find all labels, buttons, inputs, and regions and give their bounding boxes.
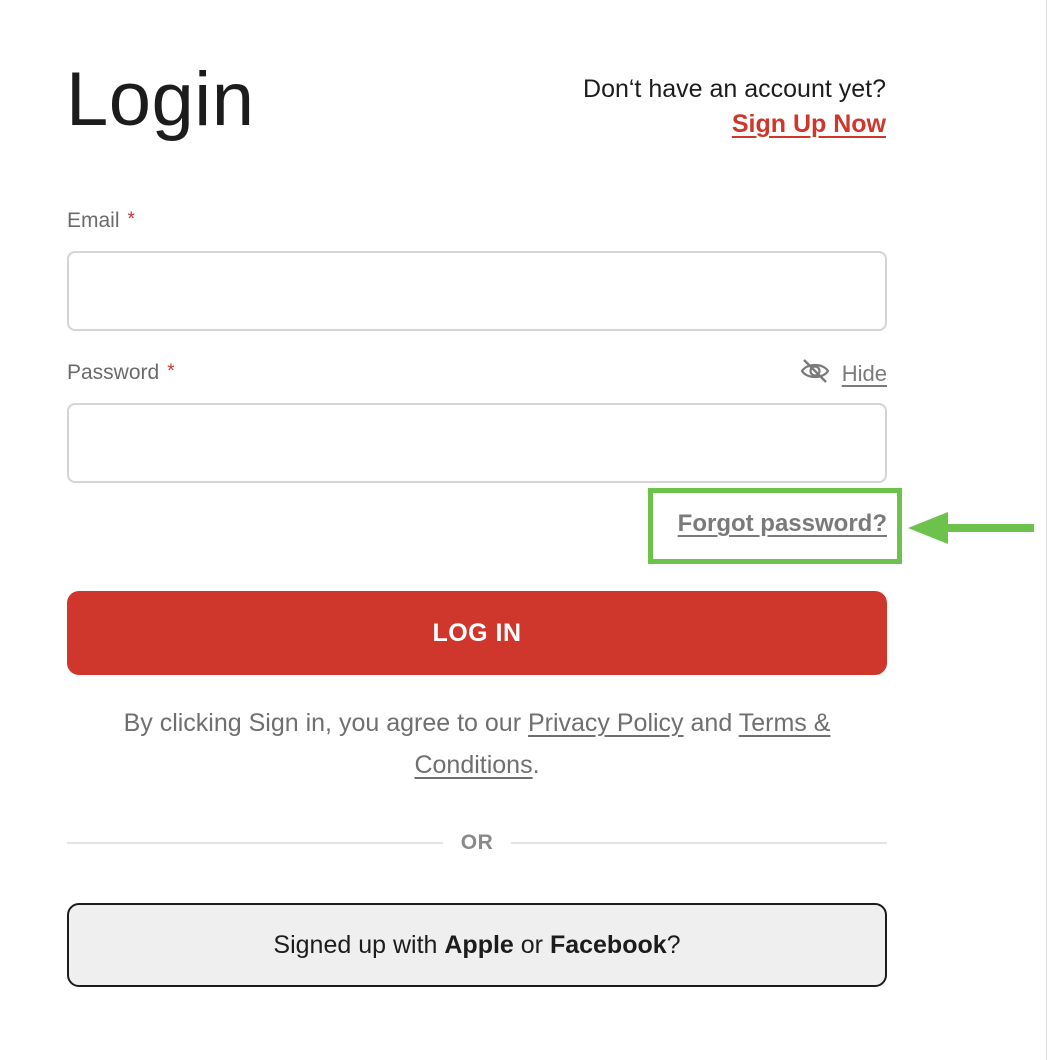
social-prefix: Signed up with	[273, 931, 445, 959]
email-label: Email *	[67, 209, 135, 233]
email-field[interactable]	[67, 251, 887, 331]
page-title: Login	[66, 57, 255, 142]
divider-line-right	[511, 842, 887, 844]
hide-label: Hide	[841, 360, 887, 386]
password-field[interactable]	[67, 403, 887, 483]
legal-suffix: .	[532, 751, 540, 779]
email-required-mark: *	[127, 209, 135, 230]
or-divider-label: OR	[460, 831, 494, 854]
login-page: Login Don‘t have an account yet? Sign Up…	[0, 0, 1060, 1060]
eye-slash-icon	[800, 358, 830, 389]
privacy-policy-link[interactable]: Privacy Policy	[528, 709, 684, 737]
legal-notice: By clicking Sign in, you agree to our Pr…	[67, 702, 887, 786]
signup-link[interactable]: Sign Up Now	[732, 110, 886, 139]
arrow-left-icon	[908, 510, 1036, 551]
social-or: or	[513, 931, 550, 959]
social-signin-button[interactable]: Signed up with Apple or Facebook?	[67, 903, 887, 987]
signup-prompt-block: Don‘t have an account yet? Sign Up Now	[583, 74, 886, 139]
password-label: Password *	[67, 361, 175, 385]
social-suffix: ?	[666, 931, 681, 959]
page-edge-divider	[1046, 0, 1047, 1060]
password-visibility-toggle[interactable]: Hide	[800, 358, 887, 389]
legal-and: and	[683, 709, 739, 737]
forgot-password-link[interactable]: Forgot password?	[678, 510, 887, 538]
login-button[interactable]: LOG IN	[67, 591, 887, 675]
legal-prefix: By clicking Sign in, you agree to our	[123, 709, 528, 737]
email-label-text: Email	[67, 209, 120, 232]
password-label-text: Password	[67, 361, 160, 384]
facebook-label: Facebook	[549, 931, 667, 959]
divider-line-left	[67, 842, 443, 844]
signup-prompt-text: Don‘t have an account yet?	[583, 75, 886, 103]
password-required-mark: *	[167, 361, 175, 382]
apple-label: Apple	[444, 931, 514, 959]
